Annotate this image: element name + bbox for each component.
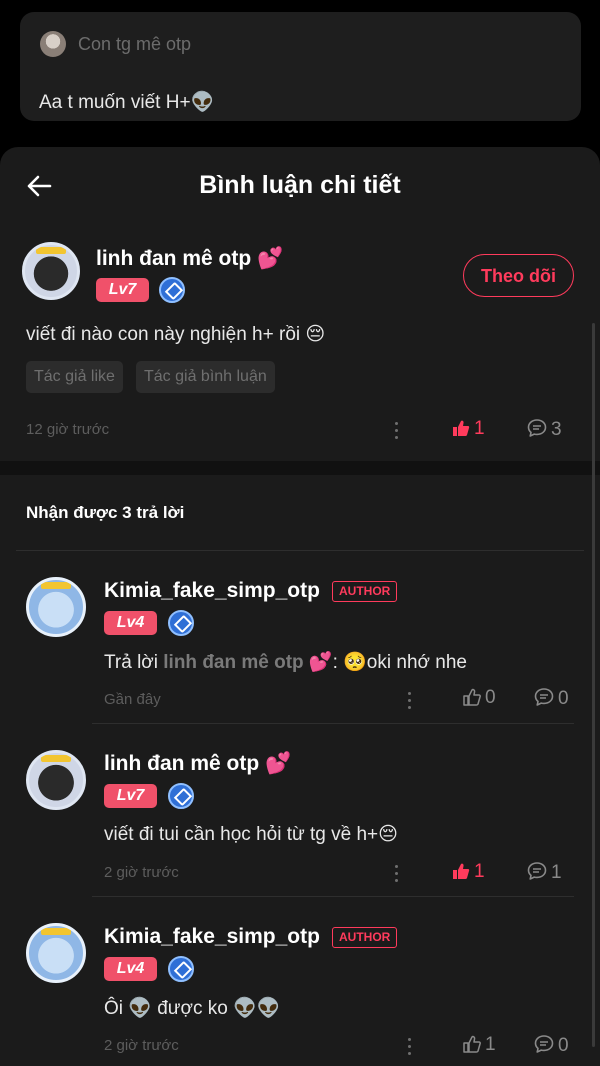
- replies-section-title: Nhận được 3 trả lời: [26, 503, 185, 522]
- scrollbar[interactable]: [592, 323, 595, 1047]
- heart-emoji: 💕: [265, 752, 292, 775]
- thumb-up-icon: [463, 688, 481, 706]
- avatar[interactable]: [26, 750, 86, 810]
- like-button[interactable]: 1: [452, 861, 485, 883]
- reply-body: : 🥺oki nhớ nhe: [332, 652, 467, 673]
- parent-comment-card[interactable]: Con tg mê otp Aa t muốn viết H+👽: [20, 12, 581, 121]
- diamond-pen-icon: [159, 277, 185, 303]
- tag-author-like: Tác giả like: [26, 361, 123, 393]
- more-dots-icon[interactable]: [408, 1038, 412, 1056]
- like-button[interactable]: 1: [452, 418, 485, 440]
- diamond-pen-icon: [168, 783, 194, 809]
- commenter-name[interactable]: linh đan mê otp 💕: [96, 247, 283, 271]
- heart-emoji: 💕: [257, 247, 284, 270]
- like-button[interactable]: 0: [463, 687, 496, 709]
- level-badge: Lv4: [104, 957, 157, 981]
- comment-detail-sheet: Bình luận chi tiết linh đan mê otp 💕 Lv7…: [0, 147, 600, 1066]
- follow-button[interactable]: Theo dõi: [463, 254, 574, 297]
- like-count: 1: [474, 861, 485, 882]
- reply-time: 2 giờ trước: [104, 1037, 179, 1054]
- more-dots-icon[interactable]: [395, 865, 399, 883]
- parent-comment-text: Aa t muốn viết H+👽: [39, 92, 215, 113]
- thumb-up-icon: [453, 863, 470, 879]
- reply-count: 3: [551, 419, 562, 440]
- comment-time: 12 giờ trước: [26, 421, 110, 438]
- author-badge: AUTHOR: [332, 581, 398, 602]
- reply-author-name[interactable]: Kimia_fake_simp_otp: [104, 925, 320, 949]
- parent-author-name: Con tg mê otp: [78, 34, 192, 54]
- reply-prefix: Trả lời: [104, 652, 164, 673]
- level-badge: Lv7: [104, 784, 157, 808]
- comment-bubble-icon: [527, 419, 547, 437]
- reply-count: 0: [558, 1035, 569, 1056]
- comment-text: viết đi nào con này nghiện h+ rồi 😔: [26, 324, 326, 345]
- thumb-up-icon: [463, 1035, 481, 1053]
- reply-time: Gần đây: [104, 691, 161, 708]
- reply-count: 0: [558, 688, 569, 709]
- commenter-name-text: linh đan mê otp: [96, 247, 252, 270]
- reply-count-button[interactable]: 0: [534, 1034, 569, 1057]
- avatar[interactable]: [26, 577, 86, 637]
- reply-author-name[interactable]: linh đan mê otp 💕: [104, 752, 291, 776]
- mention-link[interactable]: linh đan mê otp 💕: [163, 652, 332, 673]
- like-button[interactable]: 1: [463, 1034, 496, 1056]
- diamond-pen-icon: [168, 610, 194, 636]
- avatar[interactable]: [26, 923, 86, 983]
- divider: [92, 896, 574, 897]
- level-badge: Lv7: [96, 278, 149, 302]
- comment-bubble-icon: [527, 862, 547, 880]
- level-badge: Lv4: [104, 611, 157, 635]
- comment-bubble-icon: [534, 1035, 554, 1053]
- divider: [92, 723, 574, 724]
- section-divider: [0, 461, 600, 475]
- reply-count-button[interactable]: 0: [534, 687, 569, 710]
- reply-author-name[interactable]: Kimia_fake_simp_otp: [104, 579, 320, 603]
- reply-text: viết đi tui cần học hỏi từ tg về h+😔: [104, 824, 398, 845]
- diamond-pen-icon: [168, 956, 194, 982]
- divider: [16, 550, 584, 551]
- parent-author-avatar: [40, 31, 66, 57]
- more-dots-icon[interactable]: [408, 692, 412, 710]
- comment-bubble-icon: [534, 688, 554, 706]
- tag-author-comment: Tác giả bình luận: [136, 361, 275, 393]
- reply-text: Trả lời linh đan mê otp 💕: 🥺oki nhớ nhe: [104, 650, 467, 674]
- like-count: 1: [485, 1034, 496, 1055]
- page-title: Bình luận chi tiết: [199, 171, 401, 199]
- reply-count: 1: [551, 862, 562, 883]
- reply-count-button[interactable]: 1: [527, 861, 562, 884]
- reply-text: Ôi 👽 được ko 👽👽: [104, 998, 281, 1019]
- like-count: 1: [474, 418, 485, 439]
- reply-author-name-text: linh đan mê otp: [104, 752, 260, 775]
- reply-count-button[interactable]: 3: [527, 418, 562, 441]
- thumb-up-icon: [453, 420, 470, 436]
- more-dots-icon[interactable]: [395, 422, 399, 440]
- avatar[interactable]: [22, 242, 80, 300]
- like-count: 0: [485, 687, 496, 708]
- author-badge: AUTHOR: [332, 927, 398, 948]
- reply-time: 2 giờ trước: [104, 864, 179, 881]
